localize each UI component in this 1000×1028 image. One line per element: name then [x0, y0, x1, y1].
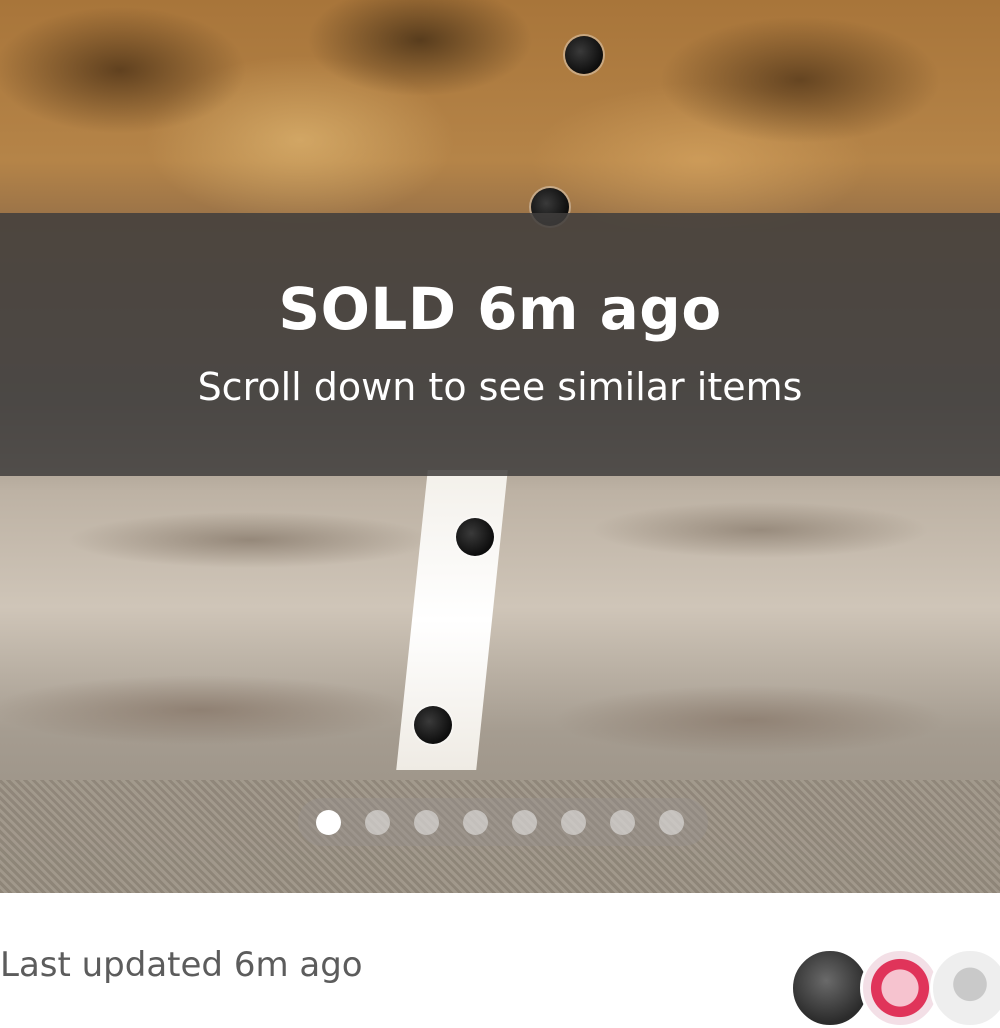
- pager-dot[interactable]: [610, 809, 635, 835]
- sold-overlay: SOLD 6m ago Scroll down to see similar i…: [0, 213, 1000, 476]
- sold-status-title: SOLD 6m ago: [278, 274, 722, 343]
- liker-avatars[interactable]: [790, 948, 1000, 1028]
- pager-dot[interactable]: [365, 809, 390, 835]
- pager-dot[interactable]: [512, 809, 537, 835]
- coat-button: [456, 518, 494, 556]
- photo-pager[interactable]: [298, 798, 708, 846]
- pager-dot[interactable]: [463, 809, 488, 835]
- pager-dot[interactable]: [659, 809, 684, 835]
- user-avatar[interactable]: [790, 948, 870, 1028]
- pager-dot[interactable]: [316, 809, 341, 835]
- sold-status-subtitle: Scroll down to see similar items: [197, 364, 803, 409]
- user-avatar[interactable]: [930, 948, 1000, 1028]
- pager-dot[interactable]: [561, 809, 586, 835]
- user-avatar[interactable]: [860, 948, 940, 1028]
- last-updated-text: Last updated 6m ago: [0, 945, 363, 985]
- fur-texture: [0, 640, 1000, 780]
- pager-dot[interactable]: [414, 809, 439, 835]
- coat-button: [565, 36, 603, 74]
- coat-button: [414, 706, 452, 744]
- listing-photo[interactable]: SOLD 6m ago Scroll down to see similar i…: [0, 0, 1000, 893]
